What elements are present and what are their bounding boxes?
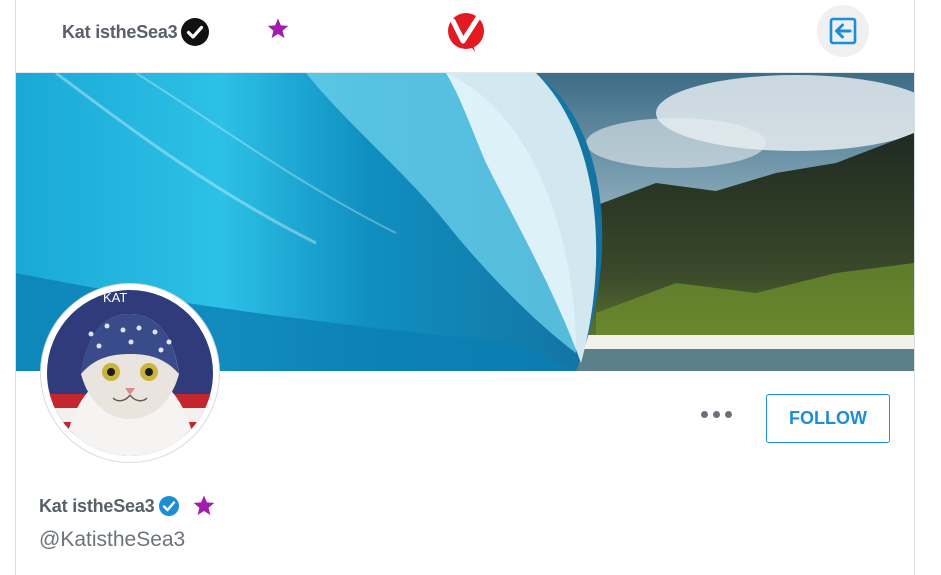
top-bar: Kat istheSea3 [16,0,914,73]
avatar-text: KAT [103,290,127,305]
top-user-link[interactable]: Kat istheSea3 [62,17,210,47]
verified-icon [159,496,180,516]
star-icon [194,495,215,515]
profile-name-row: Kat istheSea3 [39,494,216,518]
star-icon [267,18,289,38]
check-badge-icon [181,18,210,46]
more-dots-icon[interactable] [701,411,732,418]
avatar[interactable]: KAT [40,283,220,463]
profile-handle: @KatistheSea3 [39,528,186,551]
follow-button[interactable]: FOLLOW [766,394,890,443]
top-user-name: Kat istheSea3 [62,21,178,42]
red-v-check-logo[interactable] [445,7,489,55]
back-button[interactable] [817,5,869,57]
arrow-left-icon [829,17,857,45]
profile-card: Kat istheSea3 KAT FOLLOW Kat istheSea3 @… [15,0,915,575]
profile-display-name: Kat istheSea3 [39,495,155,516]
